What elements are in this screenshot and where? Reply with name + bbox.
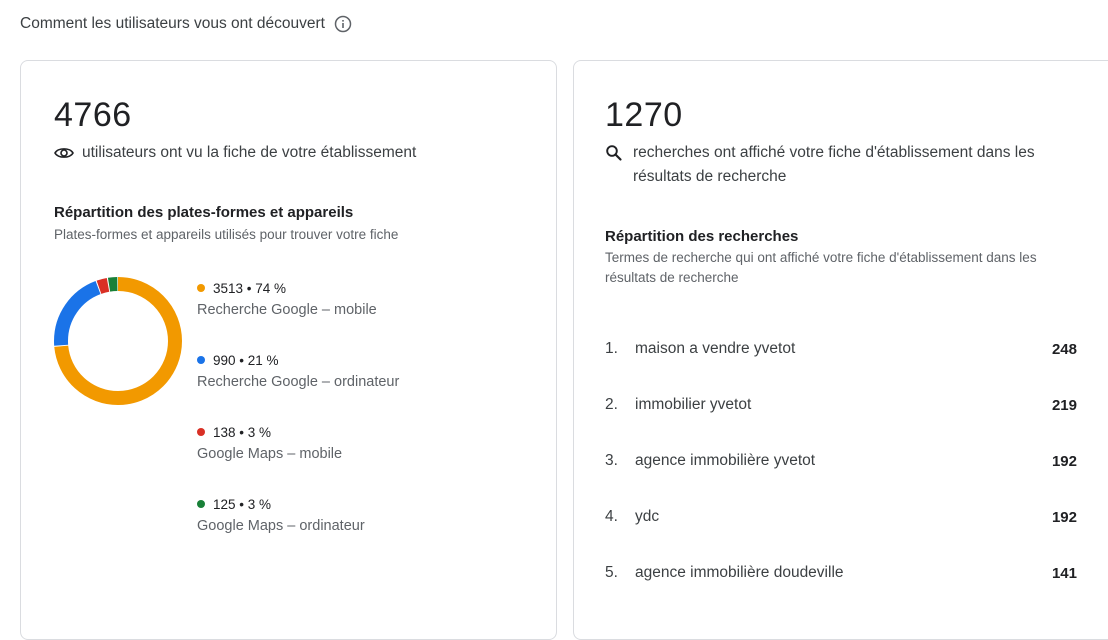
legend-item: 990 • 21 % Recherche Google – ordinateur <box>197 351 399 390</box>
search-breakdown-title: Répartition des recherches <box>605 228 799 245</box>
legend-item: 125 • 3 % Google Maps – ordinateur <box>197 495 365 534</box>
term-count: 192 <box>1051 508 1077 526</box>
term-text: ydc <box>635 508 660 525</box>
term-text: agence immobilière doudeville <box>635 564 844 581</box>
search-term-row: 2. immobilier yvetot 219 <box>605 393 1077 417</box>
info-icon[interactable] <box>334 15 352 33</box>
term-text: agence immobilière yvetot <box>635 452 816 469</box>
profile-views-card: 4766 utilisateurs ont vu la fiche de vot… <box>20 60 557 640</box>
term-rank: 1. <box>605 340 618 357</box>
searches-card: 1270 recherches ont affiché votre fiche … <box>573 60 1108 640</box>
legend-dot <box>197 356 205 364</box>
term-text: immobilier yvetot <box>635 396 752 413</box>
term-rank: 4. <box>605 508 618 525</box>
legend-dot <box>197 500 205 508</box>
views-description: utilisateurs ont vu la fiche de votre ét… <box>54 141 416 165</box>
total-views: 4766 <box>54 96 132 134</box>
search-term-row: 4. ydc 192 <box>605 505 1077 529</box>
term-rank: 2. <box>605 396 618 413</box>
term-rank: 5. <box>605 564 618 581</box>
legend-value: 3513 • 74 % <box>213 280 287 296</box>
legend-dot <box>197 284 205 292</box>
total-searches: 1270 <box>605 96 683 134</box>
legend-value: 990 • 21 % <box>213 352 279 368</box>
term-count: 219 <box>1051 396 1077 414</box>
legend-value: 125 • 3 % <box>213 496 272 512</box>
platform-breakdown-title: Répartition des plates-formes et apparei… <box>54 204 354 221</box>
legend-label: Recherche Google – ordinateur <box>197 374 400 390</box>
searches-label: recherches ont affiché votre fiche d'éta… <box>633 144 1035 185</box>
term-count: 141 <box>1051 564 1077 582</box>
legend-label: Recherche Google – mobile <box>197 302 377 318</box>
term-count: 192 <box>1051 452 1077 470</box>
section-title: Comment les utilisateurs vous ont découv… <box>20 15 325 32</box>
term-count: 248 <box>1051 340 1077 358</box>
section-header: Comment les utilisateurs vous ont découv… <box>20 14 352 34</box>
views-label: utilisateurs ont vu la fiche de votre ét… <box>82 144 417 161</box>
legend-label: Google Maps – mobile <box>197 446 343 462</box>
term-text: maison a vendre yvetot <box>635 340 796 357</box>
search-icon <box>605 141 627 165</box>
legend-label: Google Maps – ordinateur <box>197 518 365 534</box>
search-term-row: 5. agence immobilière doudeville 141 <box>605 561 1077 585</box>
legend-dot <box>197 428 205 436</box>
platform-donut-chart <box>54 277 182 405</box>
legend-value: 138 • 3 % <box>213 424 272 440</box>
eye-icon <box>54 141 76 165</box>
searches-description: recherches ont affiché votre fiche d'éta… <box>605 141 1065 189</box>
legend-item: 138 • 3 % Google Maps – mobile <box>197 423 342 462</box>
search-breakdown-subtitle: Termes de recherche qui ont affiché votr… <box>605 250 1037 285</box>
search-term-row: 3. agence immobilière yvetot 192 <box>605 449 1077 473</box>
legend-item: 3513 • 74 % Recherche Google – mobile <box>197 279 377 318</box>
search-term-row: 1. maison a vendre yvetot 248 <box>605 337 1077 361</box>
term-rank: 3. <box>605 452 618 469</box>
platform-breakdown-subtitle: Plates-formes et appareils utilisés pour… <box>54 227 399 242</box>
